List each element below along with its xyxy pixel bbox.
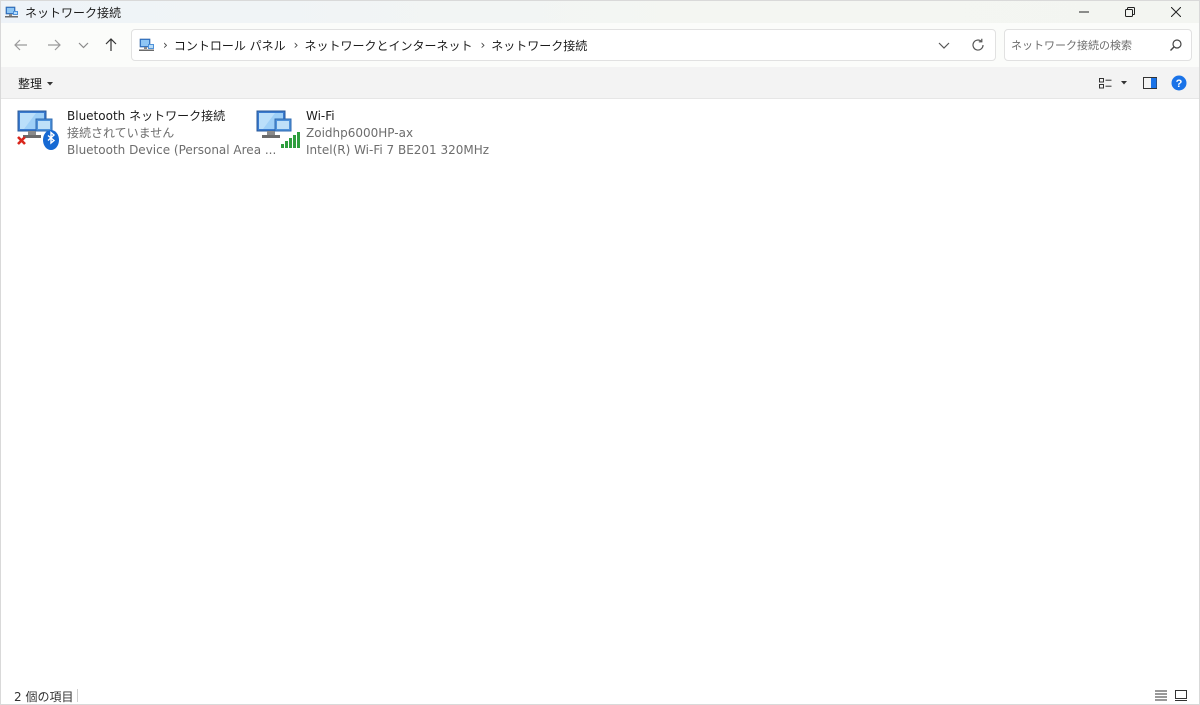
breadcrumb-network-connections[interactable]: ネットワーク接続 [491, 37, 587, 54]
breadcrumb-control-panel[interactable]: コントロール パネル [174, 37, 286, 54]
recent-locations-button[interactable] [72, 34, 94, 56]
breadcrumb-separator[interactable]: › [163, 38, 168, 52]
view-dropdown-button[interactable] [1116, 73, 1132, 93]
search-input[interactable] [1011, 38, 1161, 52]
back-button[interactable] [10, 34, 32, 56]
view-options-icon [1098, 77, 1111, 88]
network-item-wifi[interactable]: Wi-Fi Zoidhp6000HP-ax Intel(R) Wi-Fi 7 B… [255, 107, 489, 159]
large-icons-view-button[interactable] [1171, 687, 1191, 703]
minimize-button[interactable] [1061, 1, 1107, 23]
close-button[interactable] [1153, 1, 1199, 23]
arrow-right-icon [48, 39, 61, 51]
organize-menu-button[interactable]: 整理 [18, 75, 54, 92]
explorer-window: ネットワーク接続 › コントロール パネル › ネットワークとインターネット ›… [0, 0, 1200, 705]
title-bar: ネットワーク接続 [1, 1, 1199, 23]
restore-button[interactable] [1107, 1, 1153, 23]
up-button[interactable] [100, 34, 122, 56]
change-view-button[interactable] [1094, 73, 1116, 93]
breadcrumb-separator[interactable]: › [480, 38, 485, 52]
item-name: Bluetooth ネットワーク接続 [67, 109, 226, 123]
window-title: ネットワーク接続 [25, 5, 122, 20]
chevron-down-icon [78, 42, 88, 48]
network-item-bluetooth[interactable]: Bluetooth ネットワーク接続 接続されていません Bluetooth D… [16, 107, 276, 159]
help-button[interactable]: ? [1168, 73, 1190, 93]
breadcrumb-separator[interactable]: › [294, 38, 299, 52]
item-device: Bluetooth Device (Personal Area ... [67, 143, 277, 157]
refresh-button[interactable] [961, 30, 995, 60]
status-divider [77, 689, 78, 702]
address-bar[interactable]: › コントロール パネル › ネットワークとインターネット › ネットワーク接続 [131, 29, 996, 61]
arrow-up-icon [105, 38, 117, 51]
minimize-icon [1079, 11, 1089, 13]
arrow-left-icon [14, 39, 27, 51]
preview-pane-icon [1143, 77, 1157, 89]
search-icon[interactable] [1169, 38, 1183, 52]
item-name: Wi-Fi [306, 109, 335, 123]
help-icon: ? [1171, 75, 1187, 91]
details-view-icon [1155, 690, 1167, 700]
bluetooth-network-adapter-icon [16, 107, 62, 153]
status-bar: 2 個の項目 [1, 684, 1199, 704]
organize-label: 整理 [18, 77, 43, 91]
large-icons-view-icon [1175, 689, 1187, 701]
svg-text:?: ? [1176, 78, 1183, 90]
wifi-network-adapter-icon [255, 107, 301, 153]
item-device: Intel(R) Wi-Fi 7 BE201 320MHz [306, 143, 490, 157]
search-box[interactable] [1004, 29, 1192, 61]
restore-icon [1125, 7, 1135, 17]
address-history-button[interactable] [927, 30, 961, 60]
close-icon [1171, 7, 1181, 17]
window-controls [1061, 1, 1199, 23]
forward-button[interactable] [43, 34, 65, 56]
file-list: Bluetooth ネットワーク接続 接続されていません Bluetooth D… [1, 99, 1199, 684]
navigation-bar: › コントロール パネル › ネットワークとインターネット › ネットワーク接続 [1, 23, 1199, 67]
breadcrumb-network-internet[interactable]: ネットワークとインターネット [304, 37, 472, 54]
chevron-down-icon [938, 42, 950, 49]
network-folder-icon [5, 6, 18, 18]
caret-down-icon [1121, 81, 1127, 85]
network-folder-icon [139, 38, 154, 51]
item-status: 接続されていません [67, 126, 175, 140]
details-view-button[interactable] [1151, 687, 1171, 703]
caret-down-icon [47, 81, 54, 85]
item-count: 2 個の項目 [14, 690, 74, 704]
refresh-icon [972, 38, 984, 51]
preview-pane-button[interactable] [1132, 73, 1168, 93]
command-bar: 整理 ? [1, 67, 1199, 99]
item-status: Zoidhp6000HP-ax [306, 126, 414, 140]
